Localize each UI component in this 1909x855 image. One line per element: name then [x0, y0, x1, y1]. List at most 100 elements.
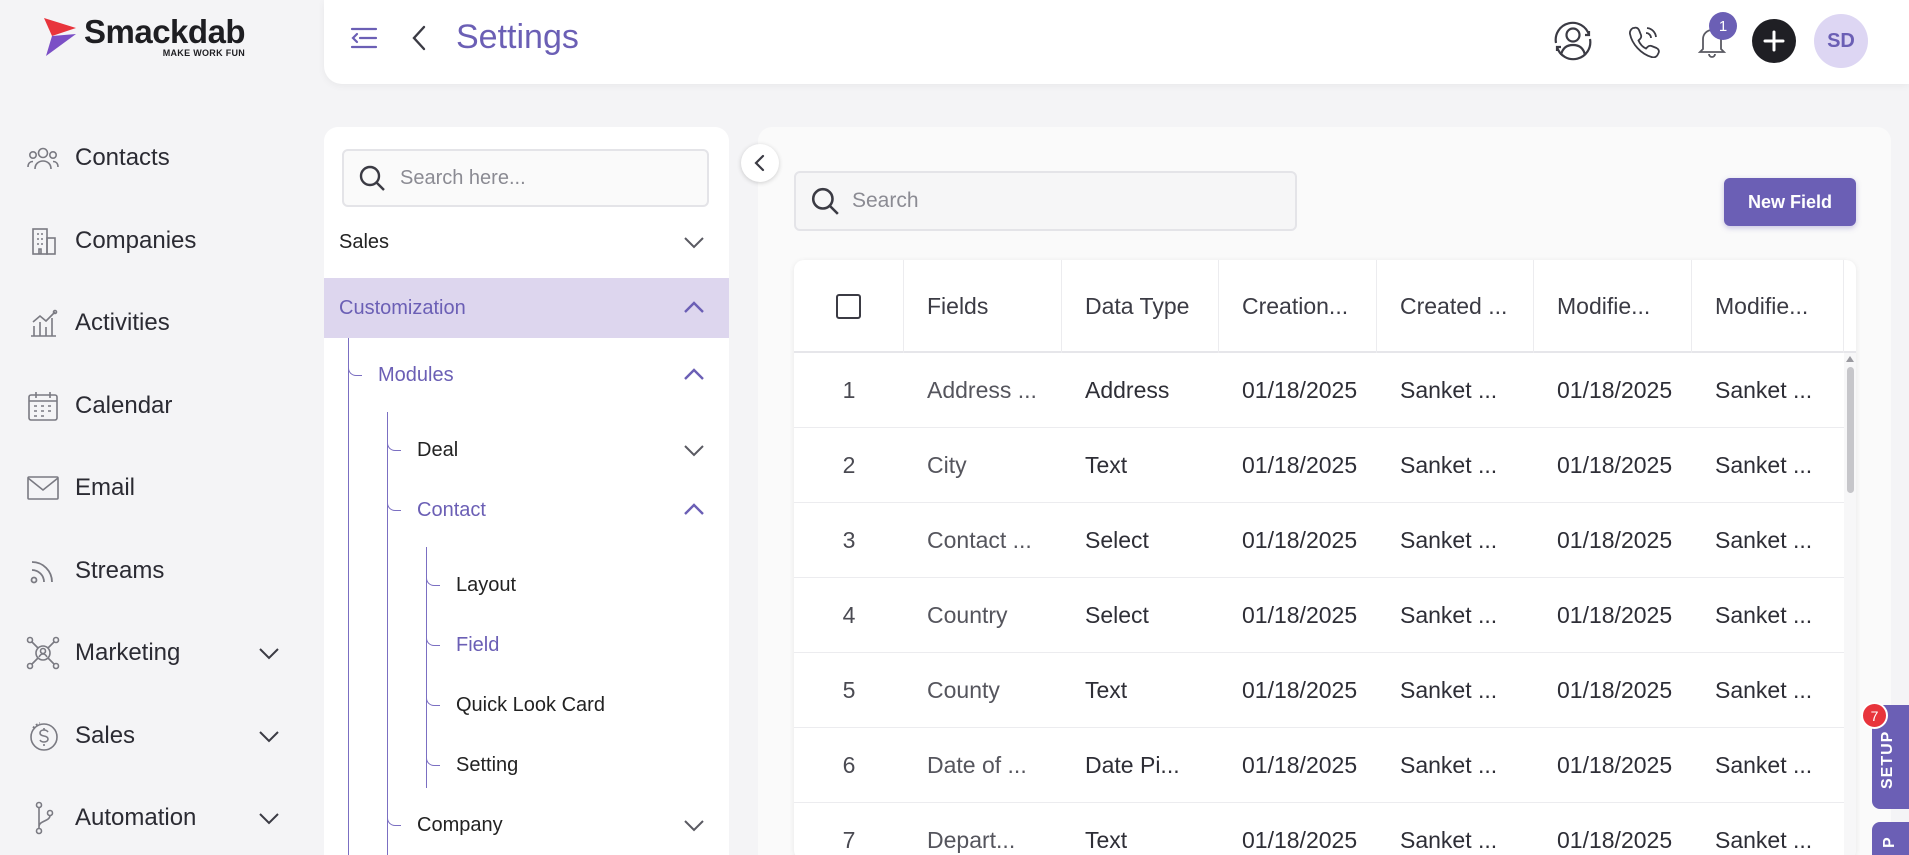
streams-icon — [26, 554, 60, 588]
support-button[interactable] — [1550, 18, 1596, 64]
p-tab-label: P — [1881, 837, 1898, 848]
column-header[interactable]: Data Type — [1062, 260, 1219, 353]
column-header[interactable]: Creation... — [1219, 260, 1377, 353]
sidebar-item-contacts[interactable]: Contacts — [0, 117, 324, 200]
sidebar-item-label: Calendar — [75, 391, 173, 419]
logo-mark-icon — [44, 18, 76, 56]
sidebar-item-automation[interactable]: Automation — [0, 777, 324, 855]
sidebar-item-email[interactable]: Email — [0, 447, 324, 530]
modified-date: 01/18/2025 — [1557, 602, 1673, 628]
chevron-up-icon[interactable] — [679, 293, 709, 323]
chevron-up-icon[interactable] — [679, 360, 709, 390]
data-type: Select — [1085, 602, 1149, 628]
column-header[interactable]: Modifie... — [1534, 260, 1692, 353]
table-row[interactable]: 1 Address ... Address 01/18/2025 Sanket … — [794, 353, 1844, 428]
modified-by: Sanket ... — [1715, 827, 1813, 853]
column-header[interactable]: Created ... — [1377, 260, 1534, 353]
column-header[interactable]: Modifie... — [1692, 260, 1844, 353]
column-header[interactable]: Fields — [904, 260, 1062, 353]
tree-item-contact[interactable]: Contact — [324, 488, 729, 532]
chevron-down-icon[interactable] — [679, 227, 709, 257]
table-row[interactable]: 5 County Text 01/18/2025 Sanket ... 01/1… — [794, 653, 1844, 728]
table-row[interactable]: 7 Depart... Text 01/18/2025 Sanket ... 0… — [794, 803, 1844, 855]
created-by: Sanket ... — [1400, 377, 1498, 403]
data-type: Text — [1085, 677, 1128, 703]
row-number: 7 — [842, 827, 856, 853]
modified-by: Sanket ... — [1715, 377, 1813, 403]
tree-item-field[interactable]: Field — [324, 623, 729, 667]
modified-date: 01/18/2025 — [1557, 677, 1673, 703]
data-type: Address — [1085, 377, 1170, 403]
created-by: Sanket ... — [1400, 677, 1498, 703]
tree-item-label: Quick Look Card — [456, 693, 605, 716]
sidebar-item-calendar[interactable]: Calendar — [0, 365, 324, 448]
tree-item-setting[interactable]: Setting — [324, 743, 729, 787]
table-row[interactable]: 6 Date of ... Date Pi... 01/18/2025 Sank… — [794, 728, 1844, 803]
back-icon[interactable] — [406, 22, 434, 54]
table-row[interactable]: 3 Contact ... Select 01/18/2025 Sanket .… — [794, 503, 1844, 578]
tree-item-label: Modules — [378, 363, 454, 386]
tree-item-customization[interactable]: Customization — [324, 278, 729, 338]
field-name[interactable]: Contact ... — [904, 503, 1062, 578]
field-name[interactable]: Date of ... — [904, 728, 1062, 803]
field-name[interactable]: Depart... — [904, 803, 1062, 855]
phone-icon — [1629, 26, 1660, 58]
row-number: 5 — [842, 677, 856, 703]
tree-item-sales[interactable]: Sales — [324, 221, 729, 263]
logo[interactable]: Smackdab MAKE WORK FUN — [36, 14, 246, 60]
field-name[interactable]: Country — [904, 578, 1062, 653]
creation-date: 01/18/2025 — [1242, 527, 1358, 553]
notifications-button[interactable]: 1 — [1689, 12, 1737, 64]
chevron-up-icon[interactable] — [679, 495, 709, 525]
menu-toggle-icon[interactable] — [348, 22, 380, 54]
fields-search-box[interactable] — [794, 171, 1297, 231]
tree-search-box[interactable] — [342, 149, 709, 207]
modified-date: 01/18/2025 — [1557, 377, 1673, 403]
sidebar-item-label: Companies — [75, 226, 197, 254]
data-type: Date Pi... — [1085, 752, 1180, 778]
field-name[interactable]: County — [904, 653, 1062, 728]
chevron-down-icon[interactable] — [254, 803, 284, 833]
chevron-down-icon[interactable] — [254, 638, 284, 668]
scrollbar-thumb[interactable] — [1847, 367, 1854, 493]
support-icon — [1554, 21, 1592, 61]
tree-item-quick-look-card[interactable]: Quick Look Card — [324, 683, 729, 727]
collapse-tree-button[interactable] — [741, 144, 779, 182]
table-row[interactable]: 4 Country Select 01/18/2025 Sanket ... 0… — [794, 578, 1844, 653]
field-name[interactable]: Address ... — [904, 353, 1062, 428]
creation-date: 01/18/2025 — [1242, 827, 1358, 853]
chevron-down-icon[interactable] — [679, 810, 709, 840]
select-all-cell — [794, 260, 904, 353]
sidebar-item-companies[interactable]: Companies — [0, 200, 324, 283]
field-name[interactable]: City — [904, 428, 1062, 503]
sidebar-item-sales[interactable]: Sales — [0, 695, 324, 778]
tree-item-modules[interactable]: Modules — [324, 353, 729, 397]
chevron-down-icon[interactable] — [679, 435, 709, 465]
sidebar-item-marketing[interactable]: Marketing — [0, 612, 324, 695]
fields-search-input[interactable] — [852, 189, 1272, 213]
settings-tree-panel: Sales Customization Modules Deal Contact… — [324, 127, 729, 855]
tree-item-company[interactable]: Company — [324, 803, 729, 847]
created-by: Sanket ... — [1400, 752, 1498, 778]
select-all-checkbox[interactable] — [836, 294, 861, 319]
chevron-down-icon[interactable] — [254, 721, 284, 751]
table-row[interactable]: 2 City Text 01/18/2025 Sanket ... 01/18/… — [794, 428, 1844, 503]
avatar[interactable]: SD — [1814, 14, 1868, 68]
tree-item-layout[interactable]: Layout — [324, 563, 729, 607]
new-field-button[interactable]: New Field — [1724, 178, 1856, 226]
tree-item-label: Sales — [339, 230, 390, 253]
sidebar-nav: Contacts Companies Activities Calendar E… — [0, 117, 324, 855]
sidebar-item-streams[interactable]: Streams — [0, 530, 324, 613]
phone-button[interactable] — [1621, 18, 1667, 64]
creation-date: 01/18/2025 — [1242, 677, 1358, 703]
sidebar-item-activities[interactable]: Activities — [0, 282, 324, 365]
tree-search-input[interactable] — [400, 166, 680, 190]
row-number: 4 — [842, 602, 856, 628]
tree-item-label: Contact — [417, 498, 486, 521]
scroll-up-arrow[interactable] — [1846, 356, 1854, 362]
sidebar-item-label: Automation — [75, 804, 197, 832]
tree-item-deal[interactable]: Deal — [324, 428, 729, 472]
p-side-tab[interactable]: P — [1872, 822, 1909, 855]
create-button[interactable] — [1752, 19, 1796, 63]
table-scrollbar[interactable] — [1844, 353, 1856, 855]
